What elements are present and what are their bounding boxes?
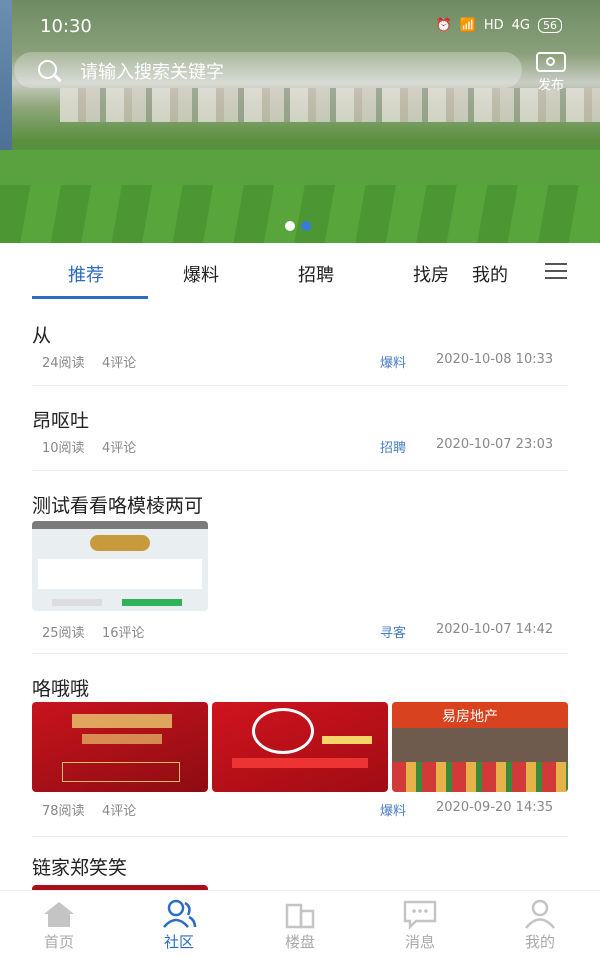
- post-image-storefront[interactable]: 易房地产: [392, 702, 568, 792]
- post-title: 测试看看咯模棱两可: [32, 495, 204, 517]
- nav-messages[interactable]: 消息: [390, 899, 450, 952]
- post-reads: 24阅读: [42, 356, 85, 371]
- publish-label: 发布: [537, 78, 564, 93]
- signal-icon: 4G: [511, 18, 530, 33]
- storefront-sign: 易房地产: [442, 709, 498, 725]
- post-comments: 4评论: [102, 441, 137, 456]
- banner-field-lower: [0, 185, 600, 243]
- nav-label: 社区: [163, 933, 194, 951]
- post-date: 2020-10-08 10:33: [436, 352, 554, 367]
- post-item[interactable]: 链家郑笑笑: [32, 837, 568, 890]
- post-title: 昂呕吐: [32, 410, 90, 432]
- post-reads: 25阅读: [42, 626, 85, 641]
- alarm-icon: ⏰: [435, 18, 452, 33]
- post-image-poster[interactable]: [212, 702, 388, 792]
- publish-button[interactable]: 发布: [532, 52, 570, 93]
- post-category[interactable]: 爆料: [380, 352, 406, 371]
- post-reads: 78阅读: [42, 804, 85, 819]
- tab-baoliao[interactable]: 爆料: [183, 261, 219, 287]
- post-comments: 16评论: [102, 626, 145, 641]
- search-bar[interactable]: 请输入搜索关键字: [14, 52, 522, 88]
- home-icon: [41, 899, 77, 929]
- nav-label: 消息: [404, 933, 435, 951]
- active-tab-indicator: [32, 296, 148, 299]
- category-tabs: 推荐 爆料 招聘 找房 我的: [0, 243, 600, 300]
- search-input[interactable]: 请输入搜索关键字: [80, 58, 224, 84]
- banner-village: [60, 88, 600, 122]
- bottom-nav: 首页 社区 楼盘 消息 我的: [0, 890, 600, 961]
- post-comments: 4评论: [102, 804, 137, 819]
- nav-label: 我的: [524, 933, 555, 951]
- wifi-icon: 📶: [459, 18, 476, 33]
- post-category[interactable]: 爆料: [380, 800, 406, 819]
- post-item[interactable]: 从 24阅读 4评论 爆料 2020-10-08 10:33: [32, 300, 568, 386]
- user-icon: [522, 899, 558, 929]
- status-time: 10:30: [40, 16, 92, 37]
- nav-community[interactable]: 社区: [149, 899, 209, 952]
- banner-carousel[interactable]: 10:30 ⏰ 📶 HD 4G 56 请输入搜索关键字 发布: [0, 0, 600, 243]
- nav-home[interactable]: 首页: [29, 899, 89, 952]
- tab-mine[interactable]: 我的: [472, 261, 508, 287]
- status-icons: ⏰ 📶 HD 4G 56: [435, 18, 562, 33]
- post-date: 2020-10-07 14:42: [436, 622, 554, 637]
- post-category[interactable]: 寻客: [380, 622, 406, 641]
- post-feed: 从 24阅读 4评论 爆料 2020-10-08 10:33 昂呕吐 10阅读 …: [0, 300, 600, 890]
- people-icon: [161, 899, 197, 929]
- carousel-dot-active[interactable]: [301, 221, 311, 231]
- post-category[interactable]: 招聘: [380, 437, 406, 456]
- message-icon: [402, 899, 438, 931]
- banner-field: [0, 150, 600, 185]
- status-bar: 10:30 ⏰ 📶 HD 4G 56: [0, 14, 600, 42]
- camera-icon: [536, 52, 566, 72]
- battery-icon: 56: [538, 18, 562, 33]
- post-date: 2020-10-07 23:03: [436, 437, 554, 452]
- post-image-poster[interactable]: [32, 702, 208, 792]
- nav-profile[interactable]: 我的: [510, 899, 570, 952]
- post-item[interactable]: 咯哦哦 易房地产 78阅读 4评论 爆料 2020-09-20 14:35: [32, 654, 568, 837]
- carousel-indicator: [285, 221, 311, 231]
- post-title: 链家郑笑笑: [32, 857, 128, 879]
- carousel-dot[interactable]: [285, 221, 295, 231]
- post-title: 咯哦哦: [32, 678, 90, 700]
- nav-buildings[interactable]: 楼盘: [270, 899, 330, 952]
- network-type: HD: [483, 18, 504, 33]
- post-date: 2020-09-20 14:35: [436, 800, 554, 815]
- tab-recommend[interactable]: 推荐: [68, 261, 104, 287]
- search-icon: [38, 60, 57, 79]
- post-item[interactable]: 昂呕吐 10阅读 4评论 招聘 2020-10-07 23:03: [32, 386, 568, 471]
- post-title: 从: [32, 325, 52, 347]
- menu-icon[interactable]: [545, 263, 567, 284]
- post-image-screenshot[interactable]: [32, 521, 208, 611]
- post-item[interactable]: 测试看看咯模棱两可 25阅读 16评论 寻客 2020-10-07 14:42: [32, 471, 568, 654]
- nav-label: 首页: [43, 933, 74, 951]
- post-comments: 4评论: [102, 356, 137, 371]
- tab-jobs[interactable]: 招聘: [298, 261, 334, 287]
- nav-label: 楼盘: [284, 933, 315, 951]
- tab-housing[interactable]: 找房: [413, 261, 449, 287]
- building-icon: [282, 899, 318, 929]
- post-reads: 10阅读: [42, 441, 85, 456]
